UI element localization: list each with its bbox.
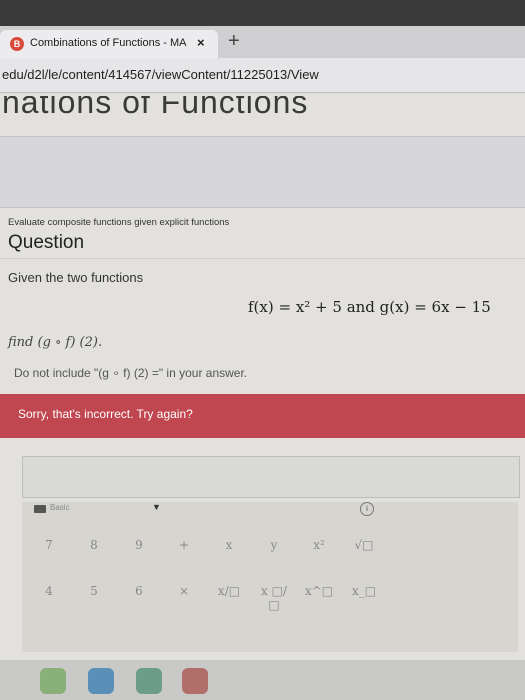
chevron-down-icon[interactable]: ▼ bbox=[152, 502, 161, 512]
url-text: edu/d2l/le/content/414567/viewContent/11… bbox=[2, 67, 319, 82]
keypad-key[interactable]: x □/□ bbox=[259, 584, 289, 612]
keypad-key[interactable]: 7 bbox=[34, 538, 64, 552]
keypad-key[interactable]: √□ bbox=[349, 538, 379, 552]
find-expression: find (g ∘ f) (2). bbox=[8, 335, 103, 350]
tab-favicon-icon: B bbox=[10, 37, 24, 51]
keypad-key[interactable]: x^□ bbox=[304, 584, 334, 598]
keypad-key[interactable]: 8 bbox=[79, 538, 109, 552]
taskbar bbox=[0, 660, 525, 700]
keypad-mode-label[interactable]: Basic bbox=[50, 503, 70, 512]
info-icon[interactable]: i bbox=[360, 502, 374, 516]
keypad-key[interactable]: 4 bbox=[34, 584, 64, 598]
address-bar[interactable]: edu/d2l/le/content/414567/viewContent/11… bbox=[0, 58, 525, 93]
keypad-key[interactable]: x/□ bbox=[214, 584, 244, 598]
page-heading-text: nations of Functions bbox=[2, 96, 309, 120]
app-icon[interactable] bbox=[182, 668, 208, 694]
tab-title: Combinations of Functions - MA bbox=[30, 37, 187, 49]
note-text: Do not include "(g ∘ f) (2) =" in your a… bbox=[14, 366, 247, 380]
find-text: find (g ∘ f) (2). bbox=[8, 334, 102, 350]
app-icon[interactable] bbox=[40, 668, 66, 694]
browser-tab[interactable]: B Combinations of Functions - MA × bbox=[0, 30, 218, 58]
question-topic: Evaluate composite functions given expli… bbox=[8, 217, 230, 228]
plus-icon[interactable]: + bbox=[228, 30, 240, 53]
keypad-key[interactable]: 5 bbox=[79, 584, 109, 598]
function-formula: f(x) = x² + 5 and g(x) = 6x − 15 bbox=[248, 298, 491, 316]
keypad-key[interactable]: y bbox=[259, 538, 289, 552]
divider bbox=[0, 258, 525, 259]
given-text: Given the two functions bbox=[8, 270, 144, 285]
keypad-key[interactable]: 9 bbox=[124, 538, 154, 552]
keypad-key[interactable]: × bbox=[169, 584, 199, 598]
question-title: Question bbox=[8, 232, 85, 253]
close-icon[interactable]: × bbox=[197, 35, 205, 50]
keypad-key[interactable]: x_□ bbox=[349, 584, 379, 598]
keypad-key[interactable]: 6 bbox=[124, 584, 154, 598]
header-band bbox=[0, 136, 525, 208]
app-icon[interactable] bbox=[88, 668, 114, 694]
keypad-key[interactable]: x bbox=[214, 538, 244, 552]
page-heading: nations of Functions bbox=[0, 96, 525, 136]
answer-input[interactable] bbox=[22, 456, 520, 498]
feedback-banner: Sorry, that's incorrect. Try again? bbox=[0, 394, 525, 438]
math-keypad: Basic ▼ i 7 8 9 + x y x² √□ 4 5 6 × x/□ x □/□ x^□ x_□ bbox=[22, 502, 518, 652]
feedback-text: Sorry, that's incorrect. Try again? bbox=[18, 407, 193, 421]
app-icon[interactable] bbox=[136, 668, 162, 694]
keyboard-icon[interactable] bbox=[34, 505, 46, 513]
window-frame-top bbox=[0, 0, 525, 26]
note-expression: Do not include "(g ∘ f) (2) =" in your a… bbox=[14, 366, 248, 380]
keypad-key[interactable]: x² bbox=[304, 538, 334, 552]
keypad-key[interactable]: + bbox=[169, 538, 199, 552]
